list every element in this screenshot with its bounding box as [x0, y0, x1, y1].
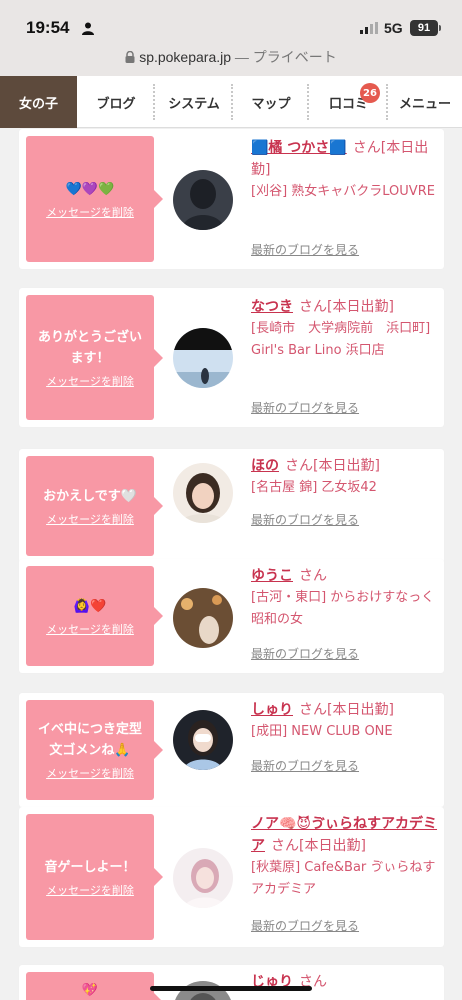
tab-label: ブログ — [96, 96, 136, 112]
message-card: 💙💜💚 メッセージを削除 🟦橘 つかさ🟦 さん[本日出勤] [刈谷] 熟女キャバク… — [19, 129, 444, 269]
girl-info: ゆうこ さん [古河・東口] からおけすなっく 昭和の女 — [251, 565, 441, 631]
lock-icon — [125, 51, 135, 63]
girl-name-link[interactable]: 🟦橘 つかさ🟦 — [251, 140, 347, 156]
tab-blog[interactable]: ブログ — [77, 76, 155, 128]
url-private-label: — プライベート — [231, 49, 337, 65]
shop-label: [秋葉原] Cafe&Bar ゔぃらねすアカデミア — [251, 860, 436, 897]
shop-label: [古河・東口] からおけすなっく 昭和の女 — [251, 590, 435, 627]
status-time: 19:54 — [26, 18, 70, 37]
message-text: 💖 — [81, 983, 99, 998]
girl-name-link[interactable]: ほの — [251, 458, 279, 474]
nav-tabs: 女の子 ブログ システム マップ 口コミ 26 メニュー — [0, 76, 462, 128]
message-card: 🙆‍♀️❤️ メッセージを削除 ゆうこ さん [古河・東口] からおけすなっく 昭… — [19, 559, 444, 673]
tab-label: マップ — [251, 96, 291, 112]
tab-label: システム — [168, 96, 220, 112]
avatar[interactable] — [173, 588, 233, 648]
latest-blog-link[interactable]: 最新のブログを見る — [251, 917, 359, 934]
girl-info: しゅり さん[本日出勤] [成田] NEW CLUB ONE — [251, 699, 441, 743]
girl-info: ほの さん[本日出勤] [名古屋 錦] 乙女坂42 — [251, 455, 441, 499]
message-bubble: 💖 — [26, 972, 163, 1000]
latest-blog-link[interactable]: 最新のブログを見る — [251, 399, 359, 416]
shop-label: [成田] NEW CLUB ONE — [251, 724, 393, 739]
message-bubble: イベ中につき定型文ゴメンね🙏 メッセージを削除 — [26, 700, 163, 800]
avatar[interactable] — [173, 170, 233, 230]
avatar[interactable] — [173, 848, 233, 908]
message-text: 💙💜💚 — [65, 181, 115, 197]
girl-name-link[interactable]: しゅり — [251, 702, 293, 718]
latest-blog-link[interactable]: 最新のブログを見る — [251, 645, 359, 662]
message-card: 音ゲーしよー！ メッセージを削除 ノア🧠😈ゔぃらねすアカデミア さん[本日出勤] … — [19, 807, 444, 947]
san-label: さん — [299, 568, 327, 584]
delete-message-link[interactable]: メッセージを削除 — [46, 621, 134, 637]
san-label: さん — [285, 458, 313, 474]
network-label: 5G — [384, 20, 403, 36]
latest-blog-link[interactable]: 最新のブログを見る — [251, 241, 359, 258]
status-label: [本日出勤] — [327, 299, 394, 315]
girl-name-link[interactable]: ゆうこ — [251, 568, 293, 584]
status-label: [本日出勤] — [313, 458, 380, 474]
reviews-count-badge: 26 — [360, 83, 380, 103]
url-bar[interactable]: sp.pokepara.jp — プライベート — [0, 47, 462, 67]
delete-message-link[interactable]: メッセージを削除 — [46, 204, 134, 220]
san-label: さん — [271, 838, 299, 854]
message-bubble: 💙💜💚 メッセージを削除 — [26, 136, 163, 262]
message-card: イベ中につき定型文ゴメンね🙏 メッセージを削除 しゅり さん[本日出勤] [成田]… — [19, 693, 444, 807]
message-card: 💖 じゅり さん — [19, 965, 444, 1000]
tab-reviews[interactable]: 口コミ 26 — [309, 76, 388, 128]
avatar[interactable] — [173, 328, 233, 388]
message-bubble: ありがとうございます！ メッセージを削除 — [26, 295, 163, 420]
tab-menu[interactable]: メニュー — [388, 76, 462, 128]
tab-label: 女の子 — [18, 96, 58, 112]
person-icon — [82, 22, 94, 35]
tab-label: メニュー — [398, 96, 451, 112]
message-card: おかえしです🤍 メッセージを削除 ほの さん[本日出勤] [名古屋 錦] 乙女坂4… — [19, 449, 444, 563]
girl-info: ノア🧠😈ゔぃらねすアカデミア さん[本日出勤] [秋葉原] Cafe&Bar ゔぃ… — [251, 813, 441, 901]
shop-label: [刈谷] 熟女キャバクラLOUVRE — [251, 184, 435, 199]
latest-blog-link[interactable]: 最新のブログを見る — [251, 511, 359, 528]
message-text: イベ中につき定型文ゴメンね🙏 — [37, 722, 142, 758]
girl-info: 🟦橘 つかさ🟦 さん[本日出勤] [刈谷] 熟女キャバクラLOUVRE — [251, 137, 441, 203]
status-label: [本日出勤] — [299, 838, 366, 854]
tab-system[interactable]: システム — [155, 76, 233, 128]
message-bubble: 音ゲーしよー！ メッセージを削除 — [26, 814, 163, 940]
delete-message-link[interactable]: メッセージを削除 — [46, 882, 134, 898]
tab-girls[interactable]: 女の子 — [0, 76, 77, 128]
message-text: 🙆‍♀️❤️ — [73, 598, 107, 614]
battery-tip — [439, 25, 441, 31]
girl-name-link[interactable]: なつき — [251, 299, 293, 315]
tab-map[interactable]: マップ — [233, 76, 309, 128]
message-text: ありがとうございます！ — [37, 329, 142, 366]
shop-label: [長崎市 大学病院前 浜口町] Girl's Bar Lino 浜口店 — [251, 321, 431, 358]
battery-icon: 91 — [410, 20, 438, 36]
avatar[interactable] — [173, 463, 233, 523]
girl-info: なつき さん[本日出勤] [長崎市 大学病院前 浜口町] Girl's Bar L… — [251, 296, 441, 362]
delete-message-link[interactable]: メッセージを削除 — [46, 373, 134, 389]
san-label: さん — [299, 702, 327, 718]
message-bubble: おかえしです🤍 メッセージを削除 — [26, 456, 163, 556]
home-indicator[interactable] — [150, 986, 312, 991]
shop-label: [名古屋 錦] 乙女坂42 — [251, 480, 377, 495]
message-bubble: 🙆‍♀️❤️ メッセージを削除 — [26, 566, 163, 666]
delete-message-link[interactable]: メッセージを削除 — [46, 765, 134, 781]
san-label: さん — [299, 299, 327, 315]
latest-blog-link[interactable]: 最新のブログを見る — [251, 757, 359, 774]
url-host: sp.pokepara.jp — [139, 49, 232, 65]
status-label: [本日出勤] — [327, 702, 394, 718]
delete-message-link[interactable]: メッセージを削除 — [46, 511, 134, 527]
message-card: ありがとうございます！ メッセージを削除 なつき さん[本日出勤] [長崎市 大学… — [19, 288, 444, 427]
status-bar: 19:54 5G 91 sp.pokepara.jp — プライベート — [0, 0, 462, 76]
message-text: おかえしです🤍 — [43, 488, 137, 504]
message-text: 音ゲーしよー！ — [44, 859, 136, 875]
avatar[interactable] — [173, 710, 233, 770]
signal-icon — [360, 22, 378, 34]
san-label: さん — [352, 140, 381, 156]
